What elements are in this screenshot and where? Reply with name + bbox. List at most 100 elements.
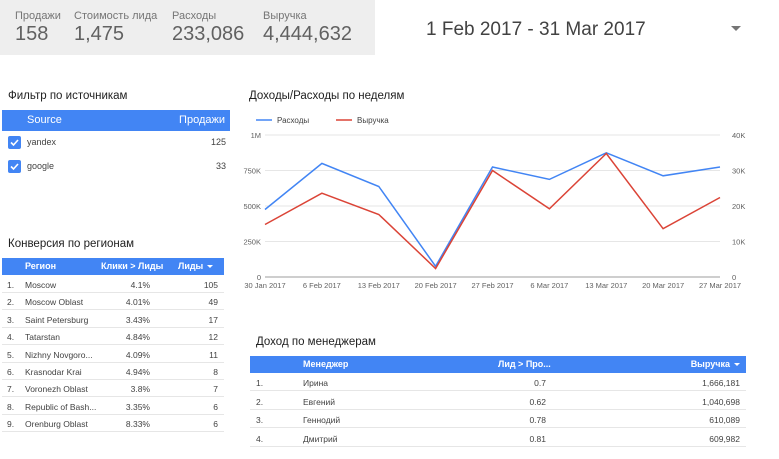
row-number: 3. bbox=[256, 415, 264, 425]
header-conversion[interactable]: Клики > Лиды bbox=[101, 261, 163, 271]
kpi-label: Стоимость лида bbox=[74, 10, 158, 22]
leads-value: 8 bbox=[213, 367, 218, 377]
kpi-value: 4,444,632 bbox=[263, 23, 352, 45]
x-tick-label: 13 Mar 2017 bbox=[585, 281, 627, 290]
manager-name: Евгений bbox=[303, 396, 336, 407]
leads-value: 105 bbox=[203, 280, 218, 290]
row-number: 8. bbox=[7, 401, 15, 412]
source-name: google bbox=[27, 161, 55, 171]
x-tick-label: 27 Mar 2017 bbox=[699, 281, 741, 290]
legend-label: Выручка bbox=[357, 116, 389, 125]
y-tick-label-left: 1M bbox=[251, 131, 261, 140]
region-name: Moscow Oblast bbox=[25, 297, 84, 308]
source-name: yandex bbox=[27, 137, 57, 147]
row-number: 2. bbox=[7, 297, 15, 308]
y-tick-label-left: 750K bbox=[243, 167, 261, 176]
x-tick-label: 13 Feb 2017 bbox=[358, 281, 400, 290]
header-revenue-label: Выручка bbox=[690, 359, 730, 369]
row-number: 4. bbox=[7, 332, 15, 343]
x-tick-label: 20 Mar 2017 bbox=[642, 281, 684, 290]
conversion-value: 3.8% bbox=[130, 384, 150, 395]
regions-title: Конверсия по регионам bbox=[8, 238, 135, 250]
source-filter-row[interactable]: yandex 125 bbox=[2, 133, 230, 155]
header-sales[interactable]: Продажи bbox=[179, 114, 225, 126]
row-number: 3. bbox=[7, 314, 15, 325]
table-row[interactable]: 4. Tatarstan 4.84% 12 bbox=[2, 328, 224, 346]
kpi-strip: Продажи 158 Стоимость лида 1,475 Расходы… bbox=[0, 0, 375, 55]
kpi-value: 1,475 bbox=[74, 23, 125, 45]
y-tick-label-right: 10K bbox=[732, 238, 745, 247]
table-row[interactable]: 1. Ирина 0.7 1,666,181 bbox=[250, 374, 746, 391]
regions-table-header: Регион Клики > Лиды Лиды bbox=[2, 258, 224, 275]
conversion-value: 4.09% bbox=[125, 349, 150, 360]
region-name: Voronezh Oblast bbox=[25, 384, 88, 395]
source-filter-header: Source Продажи bbox=[2, 110, 230, 131]
kpi-label: Продажи bbox=[15, 10, 61, 22]
kpi-sales: Продажи 158 bbox=[15, 10, 61, 46]
sort-desc-icon bbox=[734, 363, 740, 367]
region-name: Orenburg Oblast bbox=[25, 419, 88, 430]
chevron-down-icon[interactable] bbox=[731, 26, 741, 31]
header-leads[interactable]: Лиды bbox=[178, 261, 214, 271]
kpi-revenue: Выручка 4,444,632 bbox=[263, 10, 352, 46]
table-row[interactable]: 4. Дмитрий 0.81 609,982 bbox=[250, 430, 746, 447]
managers-table-header: Менеджер Лид > Про... Выручка bbox=[250, 356, 746, 373]
table-row[interactable]: 8. Republic of Bash... 3.35% 6 bbox=[2, 398, 224, 415]
manager-name: Ирина bbox=[303, 378, 329, 388]
header-revenue[interactable]: Выручка bbox=[691, 359, 740, 369]
row-number: 1. bbox=[256, 378, 264, 388]
managers-title: Доход по менеджерам bbox=[256, 336, 376, 348]
revenue-value: 610,089 bbox=[709, 415, 740, 425]
region-name: Tatarstan bbox=[25, 332, 60, 343]
table-row[interactable]: 5. Nizhny Novgoro... 4.09% 11 bbox=[2, 346, 224, 363]
region-name: Krasnodar Krai bbox=[25, 367, 82, 377]
sort-desc-icon bbox=[207, 265, 214, 269]
date-range-picker[interactable]: 1 Feb 2017 - 31 Mar 2017 bbox=[426, 19, 646, 41]
manager-name: Геннодий bbox=[303, 415, 341, 425]
y-tick-label-right: 20K bbox=[732, 202, 745, 211]
leads-value: 6 bbox=[213, 419, 218, 430]
header-ratio[interactable]: Лид > Про... bbox=[498, 359, 551, 369]
row-number: 4. bbox=[256, 433, 264, 444]
source-filter-row[interactable]: google 33 bbox=[2, 157, 230, 179]
leads-value: 17 bbox=[208, 314, 218, 325]
x-tick-label: 27 Feb 2017 bbox=[471, 281, 513, 290]
conversion-value: 4.84% bbox=[125, 332, 150, 343]
ratio-value: 0.78 bbox=[529, 415, 546, 425]
source-value: 33 bbox=[215, 161, 226, 171]
table-row[interactable]: 3. Геннодий 0.78 610,089 bbox=[250, 411, 746, 428]
conversion-value: 3.43% bbox=[125, 314, 150, 325]
y-tick-label-left: 250K bbox=[243, 238, 261, 247]
conversion-value: 4.1% bbox=[130, 280, 150, 290]
table-row[interactable]: 6. Krasnodar Krai 4.94% 8 bbox=[2, 363, 224, 380]
region-name: Nizhny Novgoro... bbox=[25, 349, 93, 360]
leads-value: 12 bbox=[208, 332, 218, 343]
checkbox-checked-icon[interactable] bbox=[8, 160, 21, 173]
row-number: 2. bbox=[256, 396, 264, 407]
table-row[interactable]: 1. Moscow 4.1% 105 bbox=[2, 276, 224, 293]
y-tick-label-left: 500K bbox=[243, 202, 261, 211]
revenue-value: 1,666,181 bbox=[702, 378, 740, 388]
table-row[interactable]: 2. Moscow Oblast 4.01% 49 bbox=[2, 293, 224, 311]
region-name: Moscow bbox=[25, 280, 57, 290]
table-row[interactable]: 7. Voronezh Oblast 3.8% 7 bbox=[2, 380, 224, 398]
table-row[interactable]: 9. Orenburg Oblast 8.33% 6 bbox=[2, 415, 224, 433]
header-manager[interactable]: Менеджер bbox=[303, 359, 348, 369]
revenue-expense-chart: 0250K500K750K1M010K20K30K40K30 Jan 2017 6… bbox=[243, 116, 745, 290]
conversion-value: 4.94% bbox=[125, 367, 150, 377]
leads-value: 11 bbox=[209, 349, 218, 360]
revenue-value: 609,982 bbox=[709, 433, 740, 444]
x-tick-label: 30 Jan 2017 bbox=[244, 281, 285, 290]
region-name: Saint Petersburg bbox=[25, 314, 89, 325]
kpi-value: 233,086 bbox=[172, 23, 245, 45]
conversion-value: 4.01% bbox=[125, 297, 150, 308]
leads-value: 49 bbox=[208, 297, 218, 308]
header-region[interactable]: Регион bbox=[25, 261, 56, 271]
header-source[interactable]: Source bbox=[27, 114, 62, 126]
checkbox-checked-icon[interactable] bbox=[8, 136, 21, 149]
table-row[interactable]: 2. Евгений 0.62 1,040,698 bbox=[250, 393, 746, 410]
x-tick-label: 6 Feb 2017 bbox=[303, 281, 341, 290]
row-number: 6. bbox=[7, 367, 15, 377]
conversion-value: 3.35% bbox=[125, 401, 150, 412]
table-row[interactable]: 3. Saint Petersburg 3.43% 17 bbox=[2, 311, 224, 328]
